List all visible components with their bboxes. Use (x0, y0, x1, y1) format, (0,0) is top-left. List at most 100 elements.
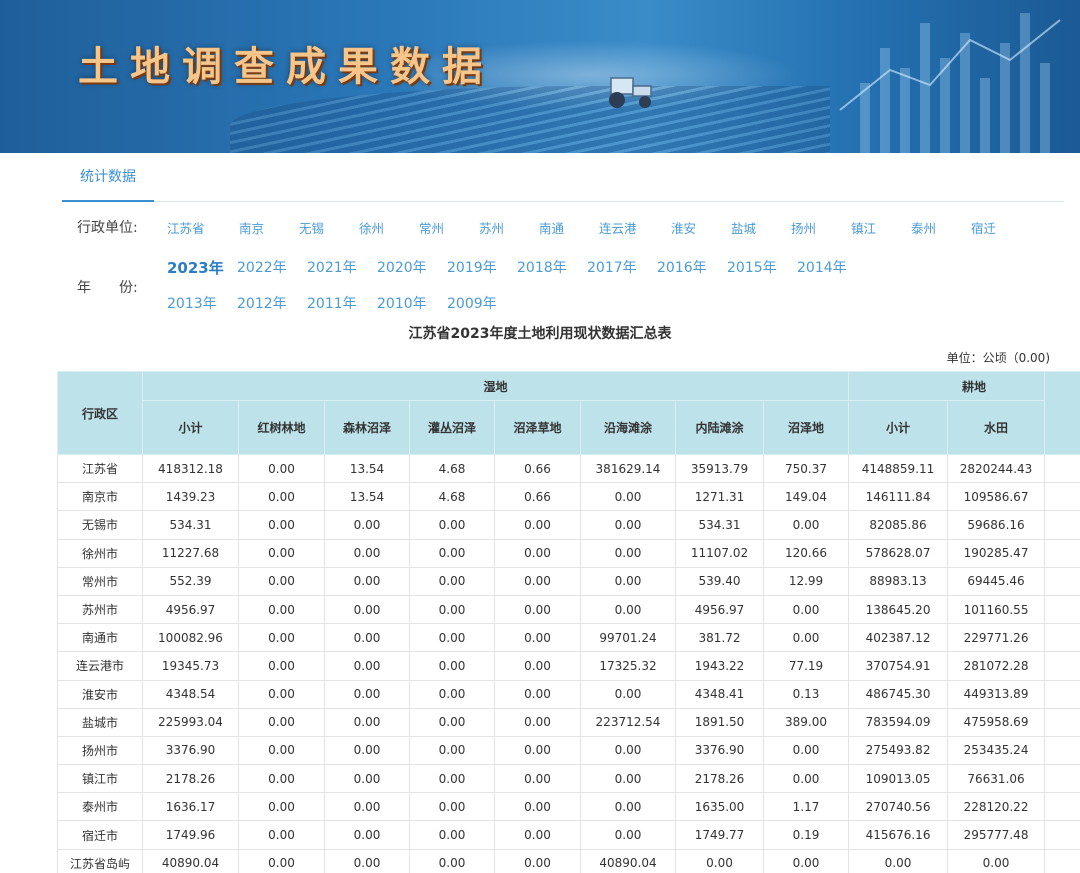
region-link[interactable]: 南京 (239, 218, 264, 237)
table-row: 江苏省 418312.18 0.00 13.54 4.68 0.66 381629.14 35… (57, 453, 1080, 484)
value-cell: 0.00 (324, 566, 410, 596)
overflow-cell (1044, 820, 1080, 850)
value-cell: 40890.04 (142, 848, 239, 873)
value-cell: 552.39 (142, 566, 239, 596)
region-link[interactable]: 南通 (539, 218, 564, 237)
column-header: 森林沼泽 (324, 400, 410, 455)
region-link[interactable]: 无锡 (299, 218, 324, 237)
column-header: 沿海滩涂 (580, 400, 676, 455)
region-link[interactable]: 泰州 (911, 218, 936, 237)
value-cell: 0.00 (324, 820, 410, 850)
column-header: 沼泽地 (762, 400, 850, 455)
year-link[interactable]: 2016年 (657, 257, 707, 277)
value-cell: 109013.05 (848, 764, 949, 794)
region-link[interactable]: 连云港 (599, 218, 637, 237)
table-row: 扬州市 3376.90 0.00 0.00 0.00 0.00 0.00 3376.90 0.0… (57, 735, 1080, 766)
value-cell: 4956.97 (675, 594, 764, 625)
tab-statistics[interactable]: 统计数据 (62, 153, 154, 202)
year-link[interactable]: 2020年 (377, 257, 427, 277)
region-link[interactable]: 盐城 (731, 218, 756, 237)
farmland-graphic (230, 86, 830, 153)
overflow-cell (1044, 482, 1080, 512)
value-cell: 402387.12 (848, 623, 949, 653)
value-cell: 4956.97 (142, 594, 239, 625)
value-cell: 19345.73 (142, 651, 239, 681)
value-cell: 0.00 (409, 820, 495, 850)
region-link[interactable]: 徐州 (359, 218, 384, 237)
value-cell: 0.00 (238, 538, 325, 568)
region-link[interactable]: 宿迁 (971, 218, 996, 237)
value-cell: 35913.79 (675, 453, 764, 484)
value-cell: 77.19 (762, 651, 850, 681)
value-cell: 270740.56 (848, 792, 949, 822)
year-link[interactable]: 2017年 (587, 257, 637, 277)
value-cell: 0.00 (494, 679, 581, 709)
region-link[interactable]: 镇江 (851, 218, 876, 237)
year-link[interactable]: 2011年 (307, 293, 357, 313)
year-link[interactable]: 2023年 (167, 257, 224, 278)
value-cell: 0.00 (494, 623, 581, 653)
value-cell: 76631.06 (947, 764, 1046, 794)
region-name-cell: 淮安市 (57, 679, 143, 709)
value-cell: 0.00 (494, 820, 581, 850)
value-cell: 101160.55 (947, 594, 1046, 625)
value-cell: 370754.91 (848, 651, 949, 681)
year-link[interactable]: 2014年 (797, 257, 847, 277)
column-header-overflow (1044, 371, 1080, 455)
region-name-cell: 江苏省 (57, 453, 143, 484)
year-link[interactable]: 2009年 (447, 293, 497, 313)
value-cell: 225993.04 (142, 707, 239, 737)
year-link[interactable]: 2012年 (237, 293, 287, 313)
value-cell: 0.00 (675, 848, 764, 873)
value-cell: 783594.09 (848, 707, 949, 737)
region-link[interactable]: 苏州 (479, 218, 504, 237)
value-cell: 534.31 (675, 510, 764, 540)
value-cell: 0.00 (494, 538, 581, 568)
year-link[interactable]: 2013年 (167, 293, 217, 313)
region-link[interactable]: 江苏省 (167, 218, 205, 237)
year-link[interactable]: 2010年 (377, 293, 427, 313)
value-cell: 0.00 (238, 820, 325, 850)
value-cell: 0.00 (409, 651, 495, 681)
value-cell: 1636.17 (142, 792, 239, 822)
value-cell: 1439.23 (142, 482, 239, 512)
table-row: 连云港市 19345.73 0.00 0.00 0.00 0.00 17325.32 1943… (57, 651, 1080, 681)
value-cell: 2178.26 (675, 764, 764, 794)
value-cell: 0.00 (580, 566, 676, 596)
year-link[interactable]: 2022年 (237, 257, 287, 277)
overflow-cell (1044, 792, 1080, 822)
value-cell: 0.00 (324, 735, 410, 766)
value-cell: 149.04 (762, 482, 850, 512)
value-cell: 0.00 (238, 707, 325, 737)
value-cell: 0.00 (324, 594, 410, 625)
value-cell: 0.00 (409, 764, 495, 794)
year-link[interactable]: 2021年 (307, 257, 357, 277)
value-cell: 0.00 (494, 735, 581, 766)
value-cell: 13.54 (324, 482, 410, 512)
overflow-cell (1044, 594, 1080, 625)
region-link[interactable]: 常州 (419, 218, 444, 237)
table-row: 南京市 1439.23 0.00 13.54 4.68 0.66 0.00 1271.31 14… (57, 482, 1080, 512)
table-row: 南通市 100082.96 0.00 0.00 0.00 0.00 99701.24 381.… (57, 623, 1080, 653)
value-cell: 449313.89 (947, 679, 1046, 709)
value-cell: 381629.14 (580, 453, 676, 484)
value-cell: 0.00 (324, 707, 410, 737)
data-table-container[interactable]: 行政区 湿地 耕地 小计 红树林地 森林沼泽 灌丛沼泽 沼泽草地 沿海滩涂 内陆滩涂 沼泽地 小计 水田… (57, 371, 1080, 873)
value-cell: 0.00 (580, 679, 676, 709)
overflow-cell (1044, 848, 1080, 873)
table-row: 无锡市 534.31 0.00 0.00 0.00 0.00 0.00 534.31 0.00 8… (57, 510, 1080, 540)
building-bars-graphic (820, 0, 1080, 153)
region-link[interactable]: 淮安 (671, 218, 696, 237)
year-link[interactable]: 2019年 (447, 257, 497, 277)
overflow-cell (1044, 764, 1080, 794)
tab-bar: 统计数据 (62, 153, 1064, 202)
column-header: 内陆滩涂 (675, 400, 764, 455)
year-link[interactable]: 2015年 (727, 257, 777, 277)
banner-title: 土地调查成果数据 (78, 43, 494, 90)
column-header: 灌丛沼泽 (409, 400, 495, 455)
region-link[interactable]: 扬州 (791, 218, 816, 237)
year-link[interactable]: 2018年 (517, 257, 567, 277)
value-cell: 539.40 (675, 566, 764, 596)
value-cell: 12.99 (762, 566, 850, 596)
overflow-cell (1044, 623, 1080, 653)
